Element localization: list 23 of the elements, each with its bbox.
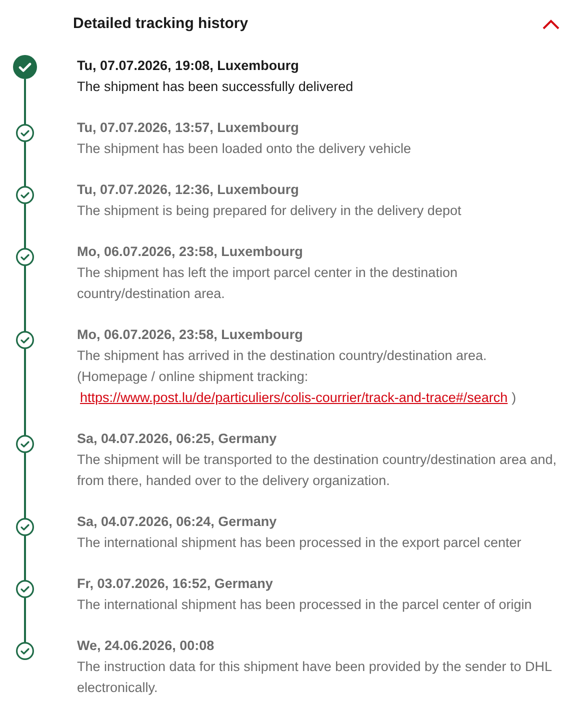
- chevron-icon: [542, 18, 560, 30]
- event-description: The shipment has arrived in the destination country/destination area.: [77, 347, 488, 365]
- event-description: The shipment will be transported to the destination country/destination area and, from there, handed over to the delivery organization.: [77, 451, 558, 490]
- event-title: We, 24.06.2026, 00:08: [77, 637, 216, 655]
- event-description: The shipment has left the import parcel center in the destination country/destination area.: [77, 264, 458, 303]
- event-title: Mo, 06.07.2026, 23:58, Luxembourg: [77, 243, 304, 261]
- event-description: The shipment has been successfully delivered: [77, 78, 354, 96]
- closing-parenthesis: ): [512, 389, 516, 407]
- event-description: The international shipment has been processed in the export parcel center: [77, 534, 522, 552]
- tracking-link[interactable]: https://www.post.lu/de/particuliers/colis-courrier/track-and-trace#/search: [80, 387, 508, 408]
- section-title: Detailed tracking history: [73, 14, 248, 34]
- event-description: The international shipment has been processed in the parcel center of origin: [77, 596, 532, 614]
- event-title: Tu, 07.07.2026, 12:36, Luxembourg: [77, 181, 300, 199]
- event-description: The instruction data for this shipment have been provided by the sender to DHL electronically.: [77, 658, 553, 697]
- event-title: Tu, 07.07.2026, 19:08, Luxembourg: [77, 57, 300, 75]
- event-title: Fr, 03.07.2026, 16:52, Germany: [77, 575, 274, 593]
- event-title: Tu, 07.07.2026, 13:57, Luxembourg: [77, 119, 300, 137]
- event-title: Sa, 04.07.2026, 06:25, Germany: [77, 430, 278, 448]
- event-description: The shipment has been loaded onto the delivery vehicle: [77, 140, 411, 158]
- event-note: (Homepage / online shipment tracking:: [77, 368, 310, 386]
- event-title: Sa, 04.07.2026, 06:24, Germany: [77, 513, 278, 531]
- event-title: Mo, 06.07.2026, 23:58, Luxembourg: [77, 326, 304, 344]
- event-description: The shipment is being prepared for delivery in the delivery depot: [77, 202, 462, 220]
